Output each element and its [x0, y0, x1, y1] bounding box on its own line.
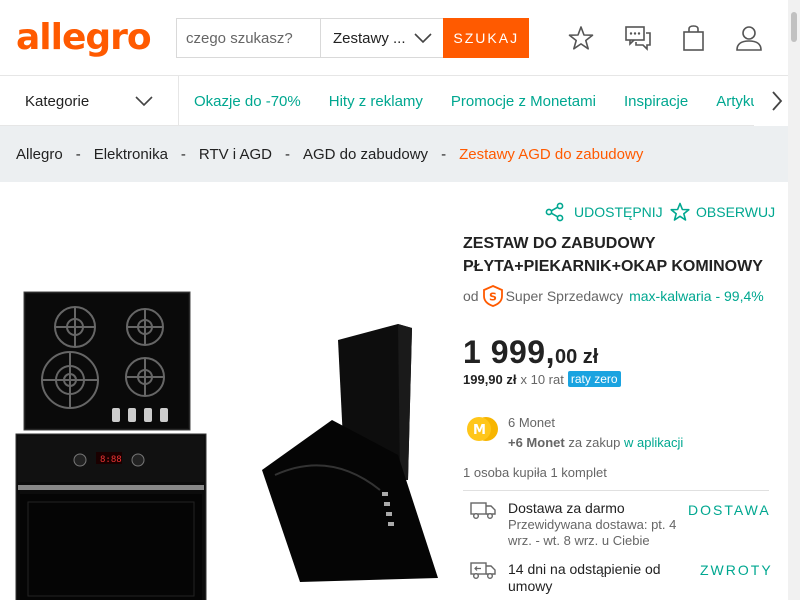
cooktop-image [23, 291, 191, 431]
price-decimal: 00 zł [554, 346, 599, 368]
shopping-bag-icon[interactable] [680, 24, 708, 52]
breadcrumb-bar: Allegro - Elektronika - RTV i AGD - AGD … [0, 126, 800, 182]
breadcrumb-item[interactable]: Elektronika [94, 146, 168, 163]
search-input[interactable] [177, 19, 321, 57]
category-select[interactable]: Zestawy ... [321, 19, 443, 57]
breadcrumb-separator: - [75, 145, 81, 163]
observe-button[interactable]: OBSERWUJ [670, 202, 775, 222]
star-icon[interactable] [567, 24, 595, 52]
star-outline-icon [670, 202, 690, 221]
breadcrumb-separator: - [284, 145, 290, 163]
purchase-count: 1 osoba kupiła 1 komplet [463, 465, 607, 480]
cooker-hood-image [262, 324, 438, 582]
breadcrumb-separator: - [441, 145, 447, 163]
nav-link-inspiracje[interactable]: Inspiracje [624, 93, 688, 110]
svg-text:8:88: 8:88 [100, 455, 122, 465]
category-select-value: Zestawy ... [333, 29, 406, 47]
chevron-down-icon [135, 96, 153, 107]
observe-label: OBSERWUJ [696, 204, 776, 220]
chevron-down-icon [414, 33, 433, 44]
nav-link-artykuly[interactable]: Artykuły [716, 93, 754, 110]
user-icon[interactable] [735, 24, 763, 52]
breadcrumb-item[interactable]: AGD do zabudowy [303, 146, 428, 163]
installment-amount: 199,90 zł [463, 371, 517, 387]
search-bar: Zestawy ... SZUKAJ [176, 18, 529, 58]
nav-link-promocje[interactable]: Promocje z Monetami [451, 93, 596, 110]
coins-bonus: +6 Monet [508, 435, 565, 450]
share-icon [545, 202, 564, 222]
categories-label: Kategorie [25, 92, 90, 110]
scrollbar-track[interactable] [788, 0, 800, 600]
svg-text:M: M [473, 423, 486, 438]
coins-app-link[interactable]: w aplikacji [624, 435, 683, 450]
shipping-estimate: Przewidywana dostawa: pt. 4 wrz. - wt. 8… [508, 517, 677, 548]
seller-name-link[interactable]: max-kalwaria - 99,4% [629, 288, 764, 304]
breadcrumb: Allegro - Elektronika - RTV i AGD - AGD … [16, 126, 643, 182]
product-title: ZESTAW DO ZABUDOWY PŁYTA+PIEKARNIK+OKAP … [463, 232, 793, 278]
product-title-line1: ZESTAW DO ZABUDOWY [463, 235, 656, 252]
messages-icon[interactable] [624, 24, 652, 52]
allegro-logo[interactable]: allegro [16, 18, 152, 58]
product-title-line2: PŁYTA+PIEKARNIK+OKAP KOMINOWY [463, 258, 763, 275]
nav-link-hity[interactable]: Hity z reklamy [329, 93, 423, 110]
search-button[interactable]: SZUKAJ [443, 18, 529, 58]
returns-link[interactable]: ZWROTY [700, 562, 773, 578]
divider [463, 490, 769, 491]
seller-info: od S Super Sprzedawcy max-kalwaria - 99,… [463, 285, 764, 307]
return-truck-icon [470, 562, 496, 579]
svg-text:S: S [489, 291, 497, 304]
raty-zero-badge[interactable]: raty zero [567, 371, 621, 387]
shipping-title: Dostawa za darmo [508, 500, 625, 516]
breadcrumb-item[interactable]: RTV i AGD [199, 146, 272, 163]
share-button[interactable]: UDOSTĘPNIJ [545, 202, 663, 222]
categories-menu[interactable]: Kategorie [0, 76, 179, 126]
installment-count: x 10 rat [520, 371, 564, 387]
truck-icon [470, 502, 496, 519]
scrollbar-thumb[interactable] [791, 12, 797, 42]
nav-link-okazje[interactable]: Okazje do -70% [194, 93, 301, 110]
oven-image: 8:88 [15, 433, 207, 600]
super-seller-label: Super Sprzedawcy [505, 288, 624, 304]
price-main: 1 999, [463, 334, 555, 370]
coins-text: za zakup [568, 435, 621, 450]
header: allegro Zestawy ... SZUKAJ [0, 0, 800, 76]
product-image[interactable]: 8:88 [0, 280, 450, 600]
returns-title: 14 dni na odstąpienie od umowy [508, 561, 661, 594]
share-label: UDOSTĘPNIJ [574, 204, 663, 220]
installment-info: 199,90 zł x 10 rat raty zero [463, 371, 621, 387]
breadcrumb-item[interactable]: Allegro [16, 146, 63, 163]
chevron-right-icon [772, 91, 783, 111]
super-seller-badge-icon: S [482, 285, 503, 307]
coins-bonus-info: +6 Monet za zakup w aplikacji [508, 435, 683, 450]
breadcrumb-separator: - [180, 145, 186, 163]
nav-links: Okazje do -70% Hity z reklamy Promocje z… [194, 76, 754, 126]
coins-label: 6 Monet [508, 415, 555, 430]
category-nav: Kategorie Okazje do -70% Hity z reklamy … [0, 76, 800, 126]
shipping-link[interactable]: DOSTAWA [688, 502, 771, 518]
price: 1 999,00 zł [463, 334, 598, 371]
coins-icon: M [467, 417, 498, 441]
breadcrumb-current[interactable]: Zestawy AGD do zabudowy [459, 146, 643, 163]
seller-prefix: od [463, 288, 479, 304]
